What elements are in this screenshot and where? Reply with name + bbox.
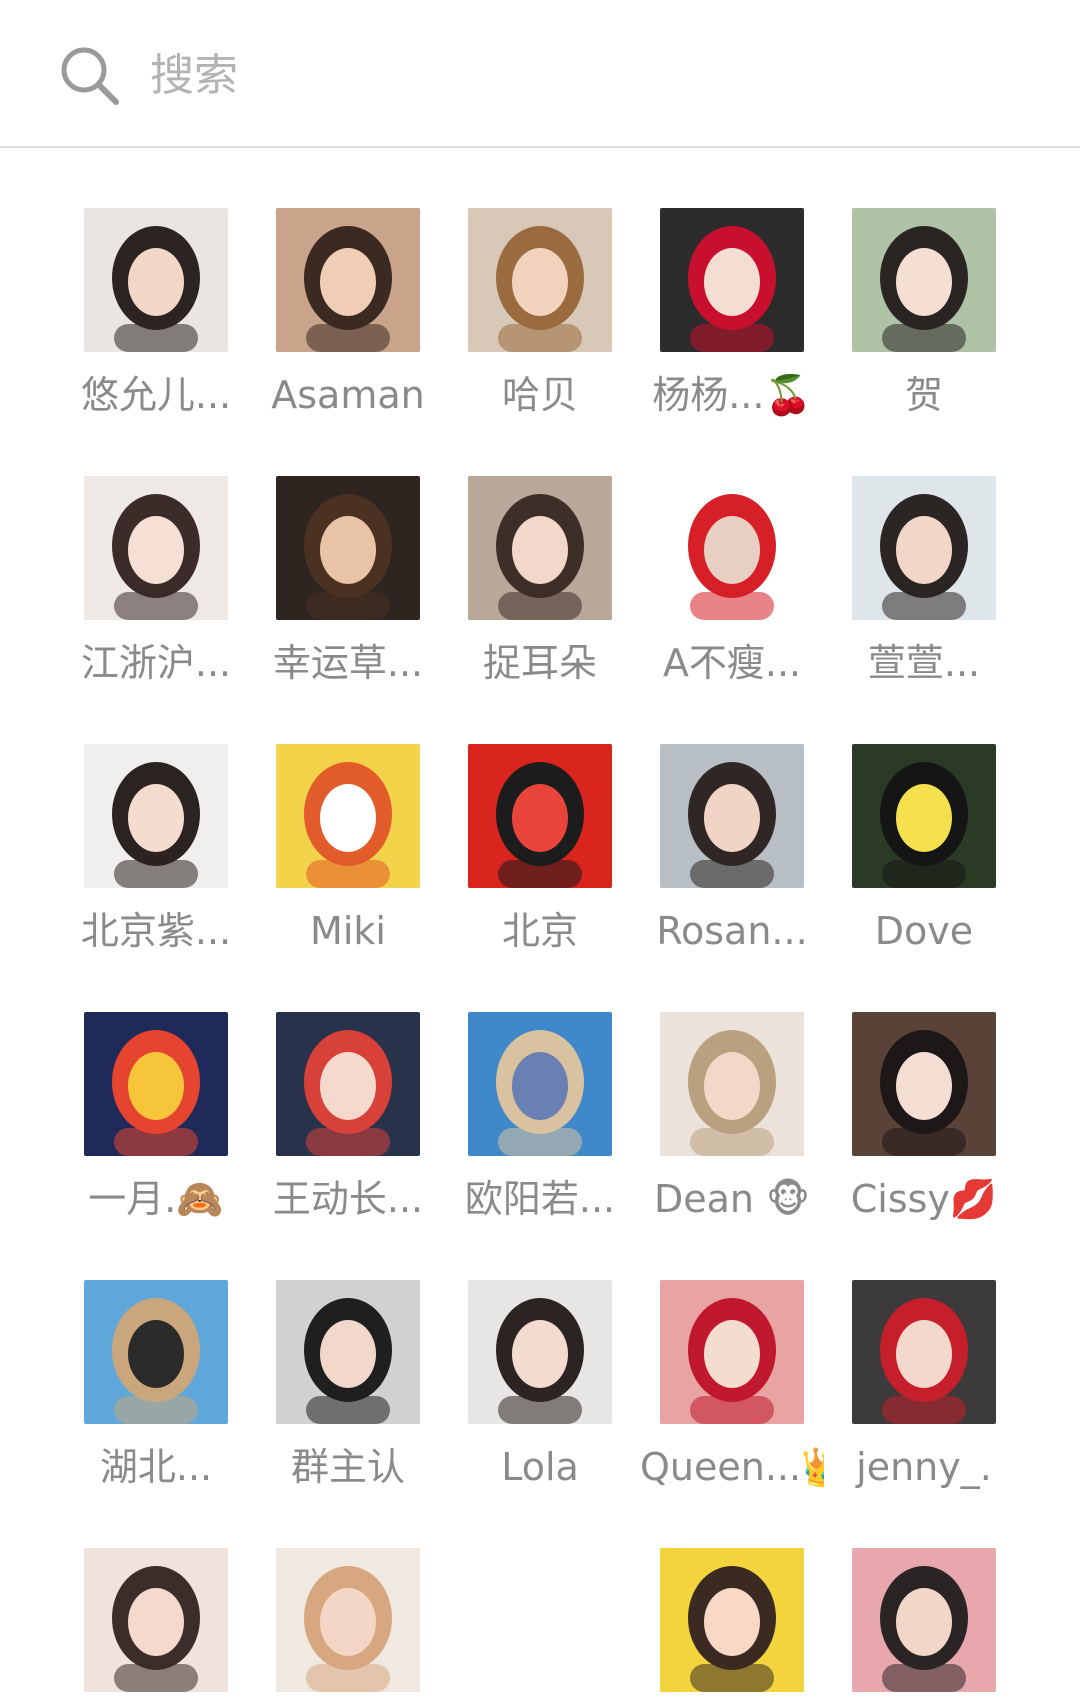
woman-white-shirt-avatar[interactable] bbox=[84, 744, 228, 888]
member-name: 欧阳若... bbox=[464, 1177, 616, 1221]
woman-pink-door-avatar[interactable] bbox=[852, 1548, 996, 1692]
woman-mouse-ears-avatar[interactable] bbox=[660, 208, 804, 352]
member-name: 哈贝 bbox=[501, 373, 578, 417]
woman-bunny-ears-avatar[interactable] bbox=[276, 1280, 420, 1424]
member-name: 杨杨...🍒 bbox=[652, 373, 812, 417]
member-name: jenny_. bbox=[856, 1445, 992, 1489]
santa-hat-avatar[interactable] bbox=[660, 476, 804, 620]
member-name: Cissy💋 bbox=[850, 1177, 998, 1221]
member-name: Queen...👑 bbox=[640, 1445, 824, 1489]
search-bar[interactable]: 搜索 bbox=[0, 0, 1080, 148]
group-friends-avatar[interactable] bbox=[852, 1280, 996, 1424]
member-name: Dean 🐵 bbox=[653, 1177, 811, 1221]
member-name: 王动长... bbox=[272, 1177, 424, 1221]
member-name: 江浙沪... bbox=[80, 641, 232, 685]
woman-teddy-avatar[interactable] bbox=[660, 1012, 804, 1156]
member-name: 幸运草... bbox=[272, 641, 424, 685]
member-name: 萱萱... bbox=[867, 641, 981, 685]
woman-beach-dress-avatar[interactable] bbox=[468, 1012, 612, 1156]
search-icon bbox=[61, 47, 119, 105]
woman-sunbathing-avatar[interactable] bbox=[84, 1280, 228, 1424]
woman-smiling-avatar[interactable] bbox=[468, 208, 612, 352]
member-name: 北京 bbox=[501, 909, 578, 953]
member-name: 湖北... bbox=[99, 1445, 213, 1489]
woman-portrait-avatar[interactable] bbox=[84, 476, 228, 620]
woman-window-avatar[interactable] bbox=[852, 476, 996, 620]
puppy-avatar[interactable] bbox=[276, 1548, 420, 1692]
member-name: 贺 bbox=[904, 373, 943, 417]
woman-street-avatar[interactable] bbox=[660, 744, 804, 888]
member-name: 群主认 bbox=[290, 1445, 405, 1489]
woman-red-dress-avatar[interactable] bbox=[660, 1280, 804, 1424]
member-name: Asaman bbox=[271, 373, 425, 417]
member-name: Lola bbox=[501, 1445, 579, 1489]
member-name: Miki bbox=[310, 909, 386, 953]
member-name: 捉耳朵 bbox=[482, 641, 597, 685]
cartoon-bunny-avatar[interactable] bbox=[276, 744, 420, 888]
woman-car-avatar[interactable] bbox=[852, 1012, 996, 1156]
fu-character-avatar[interactable] bbox=[468, 744, 612, 888]
member-name: Rosan... bbox=[656, 909, 808, 953]
woman-newyear-avatar[interactable] bbox=[276, 1012, 420, 1156]
woman-dark-photo-avatar[interactable] bbox=[276, 476, 420, 620]
member-name: A不瘦... bbox=[662, 641, 802, 685]
woman-selfie-avatar[interactable] bbox=[84, 208, 228, 352]
search-placeholder[interactable]: 搜索 bbox=[150, 46, 238, 106]
woman-face-avatar[interactable] bbox=[84, 1548, 228, 1692]
woman-wink-avatar[interactable] bbox=[468, 1280, 612, 1424]
member-name: 悠允儿... bbox=[80, 373, 232, 417]
woman-closeup-avatar[interactable] bbox=[468, 476, 612, 620]
member-name: 北京紫... bbox=[80, 909, 232, 953]
woman-hat-avatar[interactable] bbox=[852, 744, 996, 888]
child-avatar[interactable] bbox=[660, 1548, 804, 1692]
member-name: 一月.🙈 bbox=[88, 1177, 224, 1221]
woman-long-hair-avatar[interactable] bbox=[276, 208, 420, 352]
welcome-2018-avatar[interactable] bbox=[84, 1012, 228, 1156]
member-name: Dove bbox=[874, 909, 974, 953]
woman-outdoor-avatar[interactable] bbox=[852, 208, 996, 352]
